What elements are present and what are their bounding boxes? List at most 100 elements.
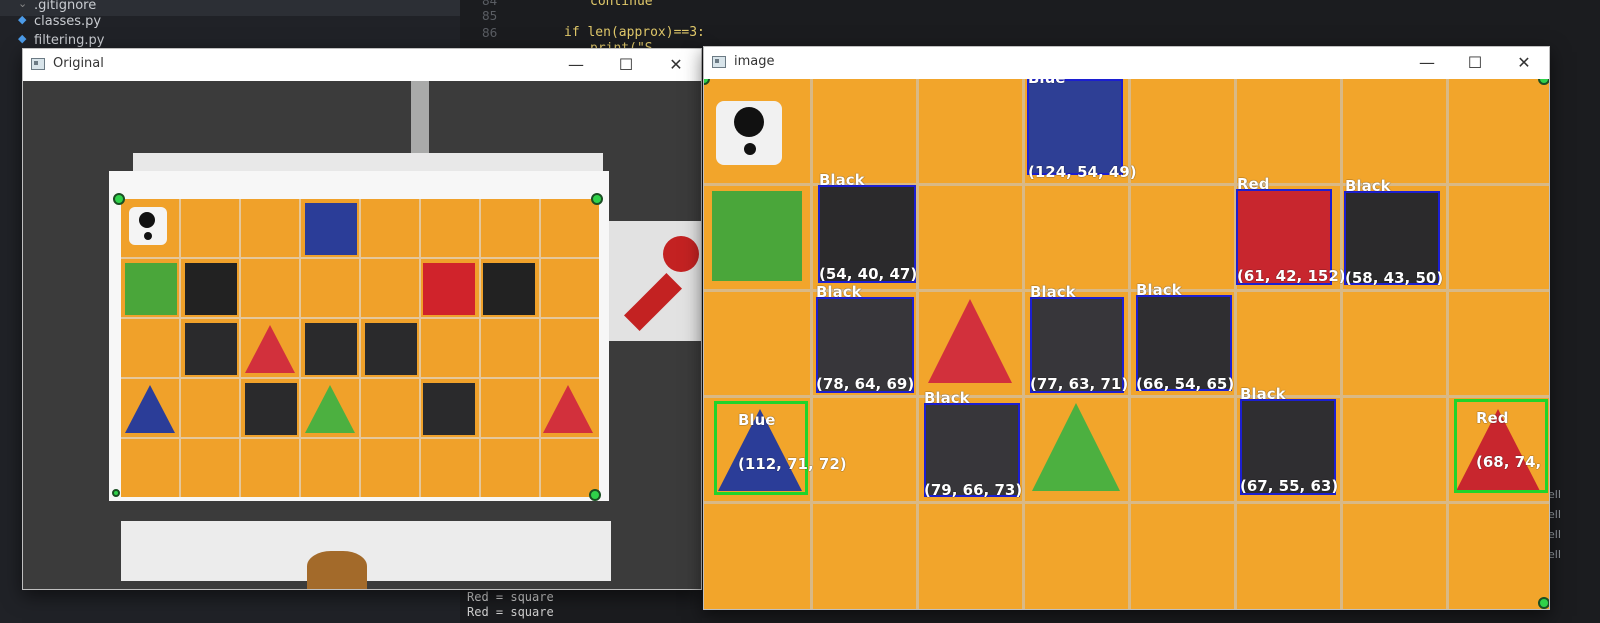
window-app-icon xyxy=(31,58,45,70)
detection-class-label: Black xyxy=(1240,385,1286,403)
detection-class-label: Black xyxy=(816,283,862,301)
original-window[interactable]: Original — ☐ ✕ xyxy=(22,48,702,590)
green-triangle xyxy=(305,385,355,433)
detection-rgb-label: (68, 74, xyxy=(1476,453,1542,471)
black-square xyxy=(185,323,237,375)
detection-class-label: Black xyxy=(924,389,970,407)
close-button[interactable]: ✕ xyxy=(653,49,699,81)
game-board xyxy=(121,199,599,497)
explorer-item-classes[interactable]: ◆ classes.py xyxy=(0,12,460,32)
grid-line xyxy=(179,199,181,497)
python-file-icon: ◆ xyxy=(18,13,27,26)
detection-rgb-label: (67, 55, 63) xyxy=(1240,477,1339,495)
processed-image: Blue (124, 54, 49) Black (54, 40, 47) Re… xyxy=(704,79,1549,609)
grid-line xyxy=(121,437,599,439)
grid-line xyxy=(1234,79,1237,609)
detection-class-label: Black xyxy=(1136,281,1182,299)
grid-line xyxy=(121,317,599,319)
python-file-icon: ◆ xyxy=(18,32,27,45)
minimize-button[interactable]: — xyxy=(1404,47,1450,79)
red-square xyxy=(423,263,475,315)
title-bar[interactable]: Original — ☐ ✕ xyxy=(23,49,701,81)
terminal-line: Red = square xyxy=(467,605,554,619)
red-triangle xyxy=(543,385,593,433)
detection-rgb-label: (124, 54, 49) xyxy=(1028,163,1137,181)
corner-marker xyxy=(589,489,601,501)
chevron-icon: ⌄ xyxy=(18,0,28,10)
grid-line xyxy=(1340,79,1343,609)
black-square xyxy=(305,323,357,375)
grid-line xyxy=(359,199,361,497)
shoe xyxy=(307,551,367,589)
grid-line xyxy=(810,79,813,609)
corner-marker xyxy=(704,79,710,85)
explorer-item-label: classes.py xyxy=(34,14,102,29)
detection-rgb-label: (66, 54, 65) xyxy=(1136,375,1235,393)
green-square xyxy=(712,191,802,281)
corner-marker xyxy=(1538,79,1549,85)
detection-rgb-label: (78, 64, 69) xyxy=(816,375,915,393)
black-square xyxy=(483,263,535,315)
terminal-line: Red = square xyxy=(467,590,554,604)
grid-line xyxy=(239,199,241,497)
grid-line xyxy=(916,79,919,609)
window-title: Original xyxy=(53,56,104,71)
blue-square xyxy=(305,203,357,255)
green-triangle xyxy=(1032,403,1120,491)
code-line: if len(approx)==3: xyxy=(564,25,705,40)
black-square xyxy=(185,263,237,315)
detection-class-label: Blue xyxy=(738,411,776,429)
camera-image xyxy=(23,81,701,589)
grid-line xyxy=(1022,79,1025,609)
metal-pole xyxy=(411,81,429,161)
detection-rgb-label: (58, 43, 50) xyxy=(1345,269,1444,287)
grid-line xyxy=(539,199,541,497)
explorer-item-label: filtering.py xyxy=(34,33,105,48)
line-number: 86 xyxy=(482,26,498,40)
code-line: continue xyxy=(590,0,653,9)
detection-rgb-label: (79, 66, 73) xyxy=(924,481,1023,499)
black-square xyxy=(245,383,297,435)
corner-marker xyxy=(1538,597,1549,609)
black-square xyxy=(423,383,475,435)
grid-line xyxy=(1128,79,1131,609)
maximize-button[interactable]: ☐ xyxy=(603,49,649,81)
grid-line xyxy=(479,199,481,497)
detection-rgb-label: (77, 63, 71) xyxy=(1030,375,1129,393)
title-bar[interactable]: image — ☐ ✕ xyxy=(704,47,1549,79)
line-number: 84 xyxy=(482,0,498,8)
detection-rgb-label: (61, 42, 152) xyxy=(1237,267,1346,285)
green-square xyxy=(125,263,177,315)
image-window[interactable]: image — ☐ ✕ Blue (124, 54, 49) Black xyxy=(703,46,1550,610)
detection-class-label: Blue xyxy=(1028,79,1065,87)
window-title: image xyxy=(734,54,775,69)
grid-line xyxy=(704,395,1549,398)
red-triangle xyxy=(928,299,1012,383)
detection-class-label: Black xyxy=(1345,177,1391,195)
grid-line xyxy=(121,257,599,259)
close-button[interactable]: ✕ xyxy=(1501,47,1547,79)
grid-line xyxy=(1446,79,1449,609)
detection-class-label: Red xyxy=(1237,175,1270,193)
corner-marker xyxy=(113,193,125,205)
red-triangle xyxy=(245,325,295,373)
grid-line xyxy=(299,199,301,497)
black-square xyxy=(365,323,417,375)
line-number: 85 xyxy=(482,9,498,23)
detection-box xyxy=(1027,79,1123,175)
detection-class-label: Red xyxy=(1476,409,1509,427)
grid-line xyxy=(121,377,599,379)
detection-class-label: Black xyxy=(1030,283,1076,301)
grid-line xyxy=(704,501,1549,504)
robot xyxy=(129,207,167,245)
window-app-icon xyxy=(712,56,726,68)
detection-class-label: Black xyxy=(819,171,865,189)
robot xyxy=(716,101,782,165)
corner-marker xyxy=(112,489,120,497)
detection-rgb-label: (112, 71, 72) xyxy=(738,455,847,473)
minimize-button[interactable]: — xyxy=(553,49,599,81)
blue-triangle xyxy=(125,385,175,433)
grid-line xyxy=(419,199,421,497)
maximize-button[interactable]: ☐ xyxy=(1452,47,1498,79)
corner-marker xyxy=(591,193,603,205)
